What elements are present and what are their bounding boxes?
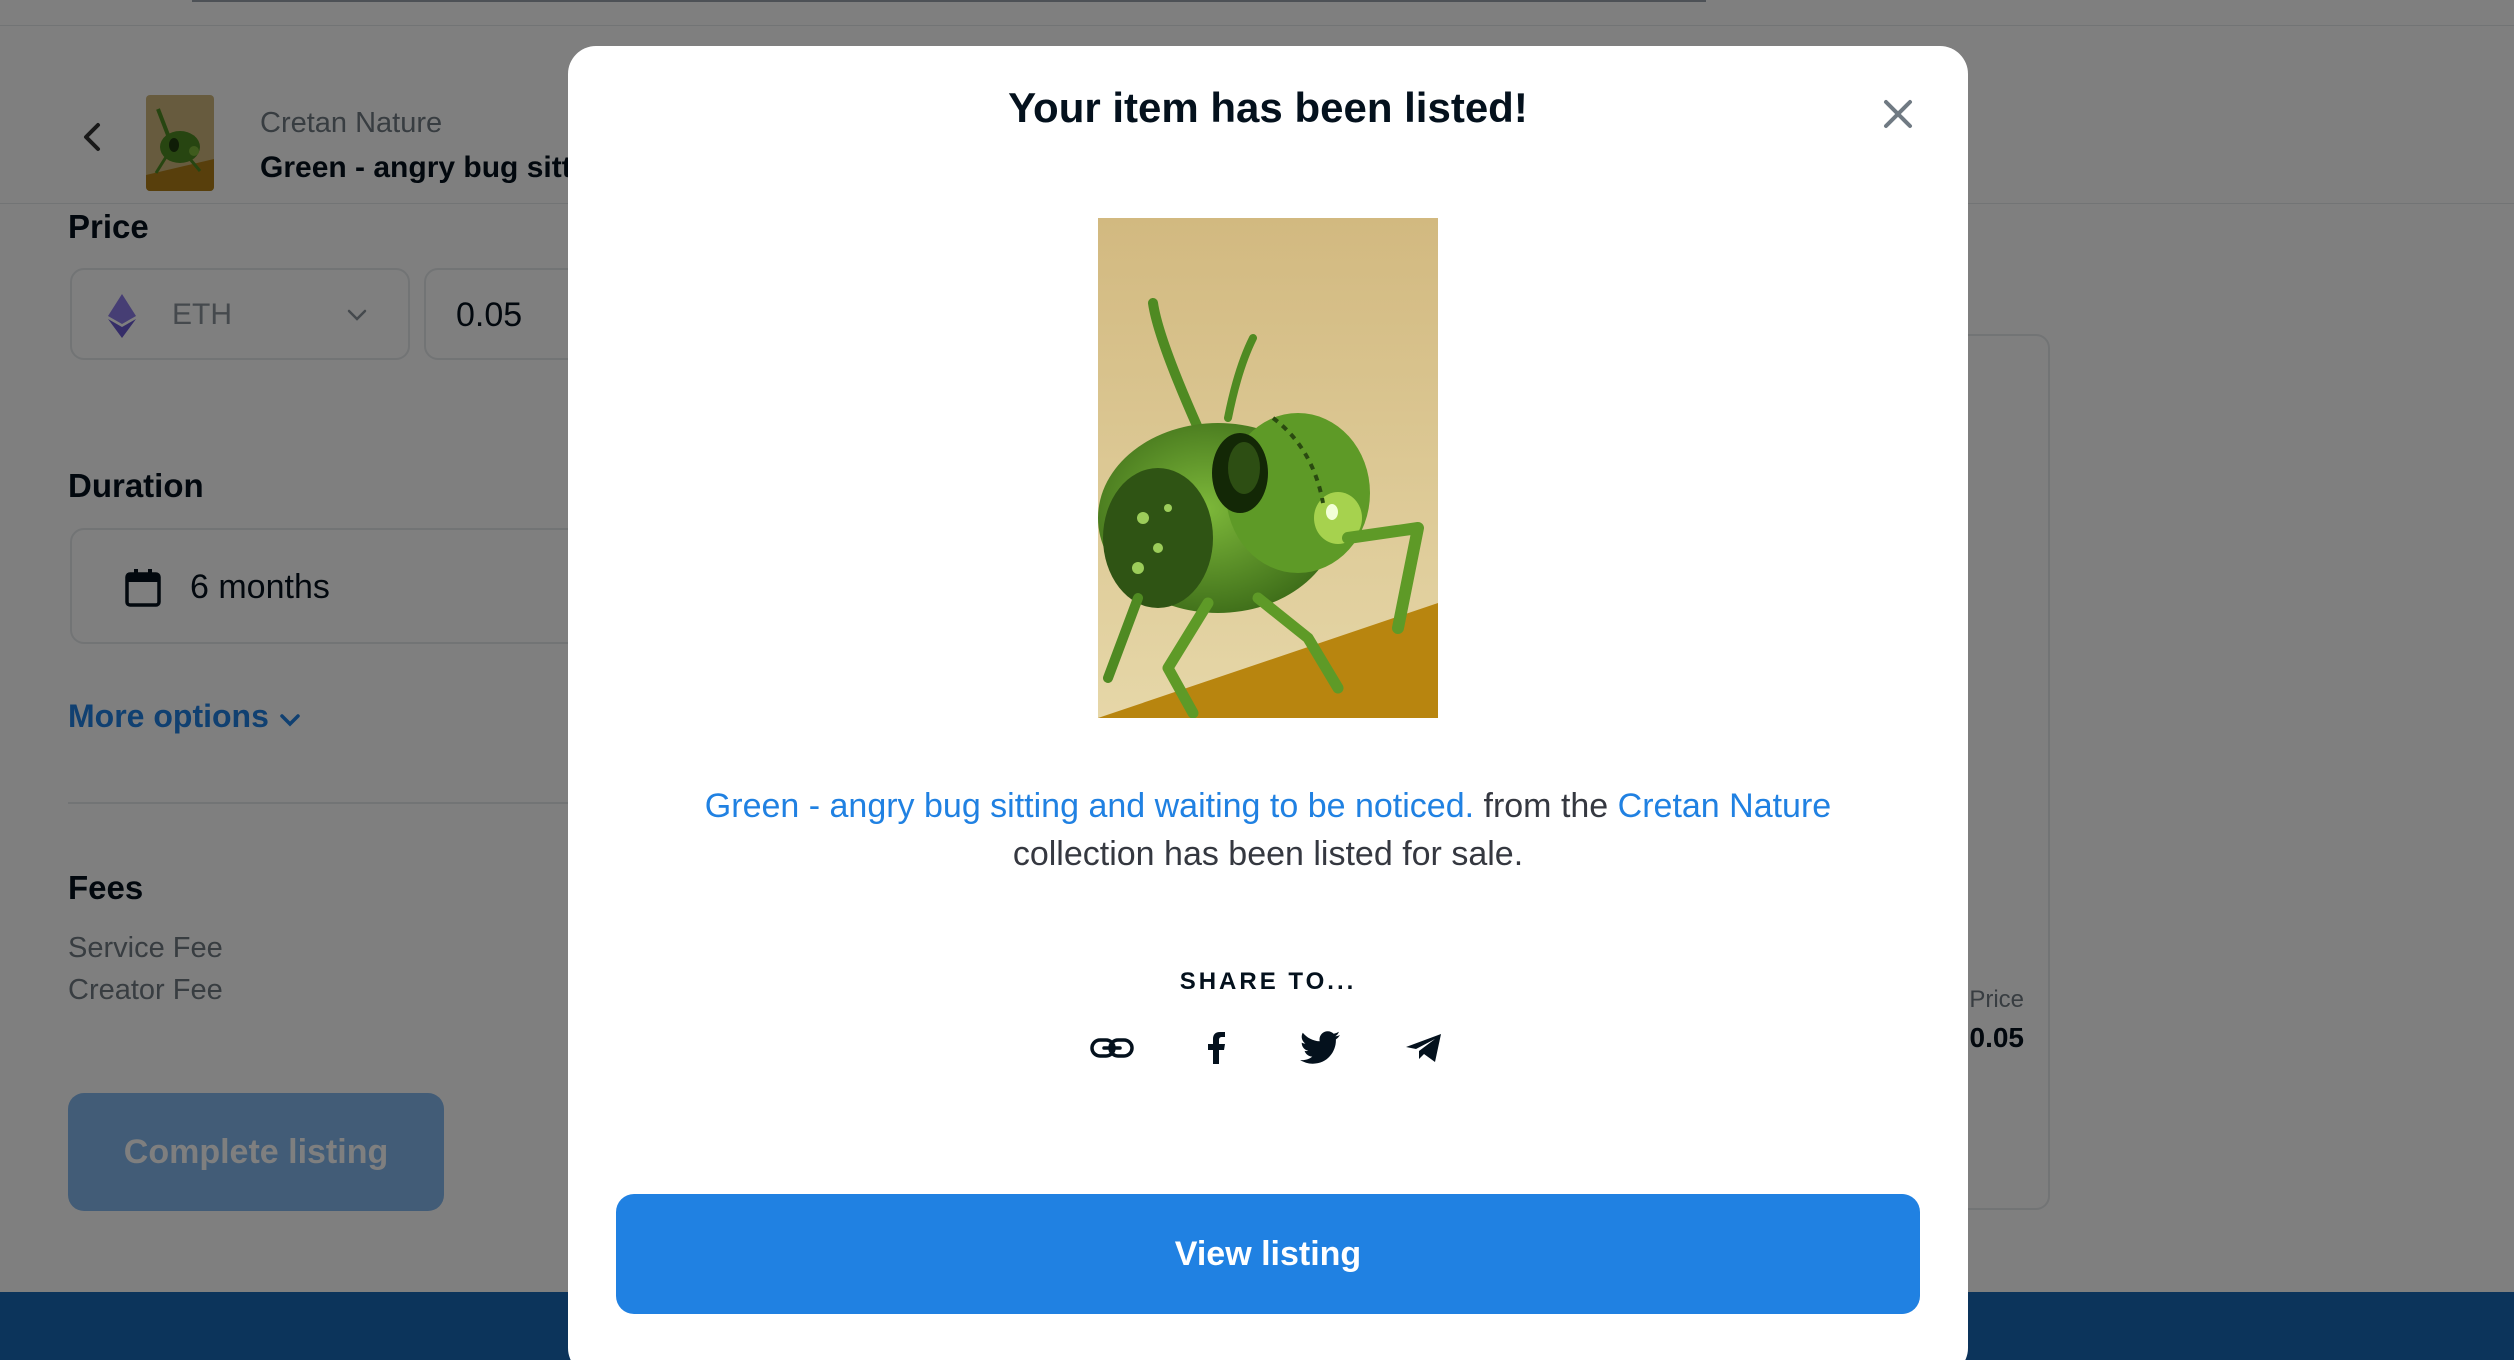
telegram-icon[interactable] xyxy=(1400,1024,1448,1072)
message-end-text: collection has been listed for sale. xyxy=(1012,835,1524,873)
message-mid-text: from the xyxy=(1474,787,1618,825)
modal-title: Your item has been listed! xyxy=(1008,84,1528,131)
close-icon[interactable] xyxy=(1876,92,1920,136)
listing-success-modal: Your item has been listed! Green - angry… xyxy=(568,46,1968,1360)
facebook-icon[interactable] xyxy=(1192,1024,1240,1072)
item-link[interactable]: Green - angry bug sitting and waiting to… xyxy=(705,787,1474,825)
nft-image xyxy=(1098,218,1438,718)
twitter-icon[interactable] xyxy=(1296,1024,1344,1072)
link-icon[interactable] xyxy=(1088,1024,1136,1072)
view-listing-button[interactable]: View listing xyxy=(616,1194,1920,1314)
listing-message: Green - angry bug sitting and waiting to… xyxy=(628,782,1908,878)
collection-link[interactable]: Cretan Nature xyxy=(1618,787,1832,825)
share-title: SHARE TO... xyxy=(1179,968,1357,995)
